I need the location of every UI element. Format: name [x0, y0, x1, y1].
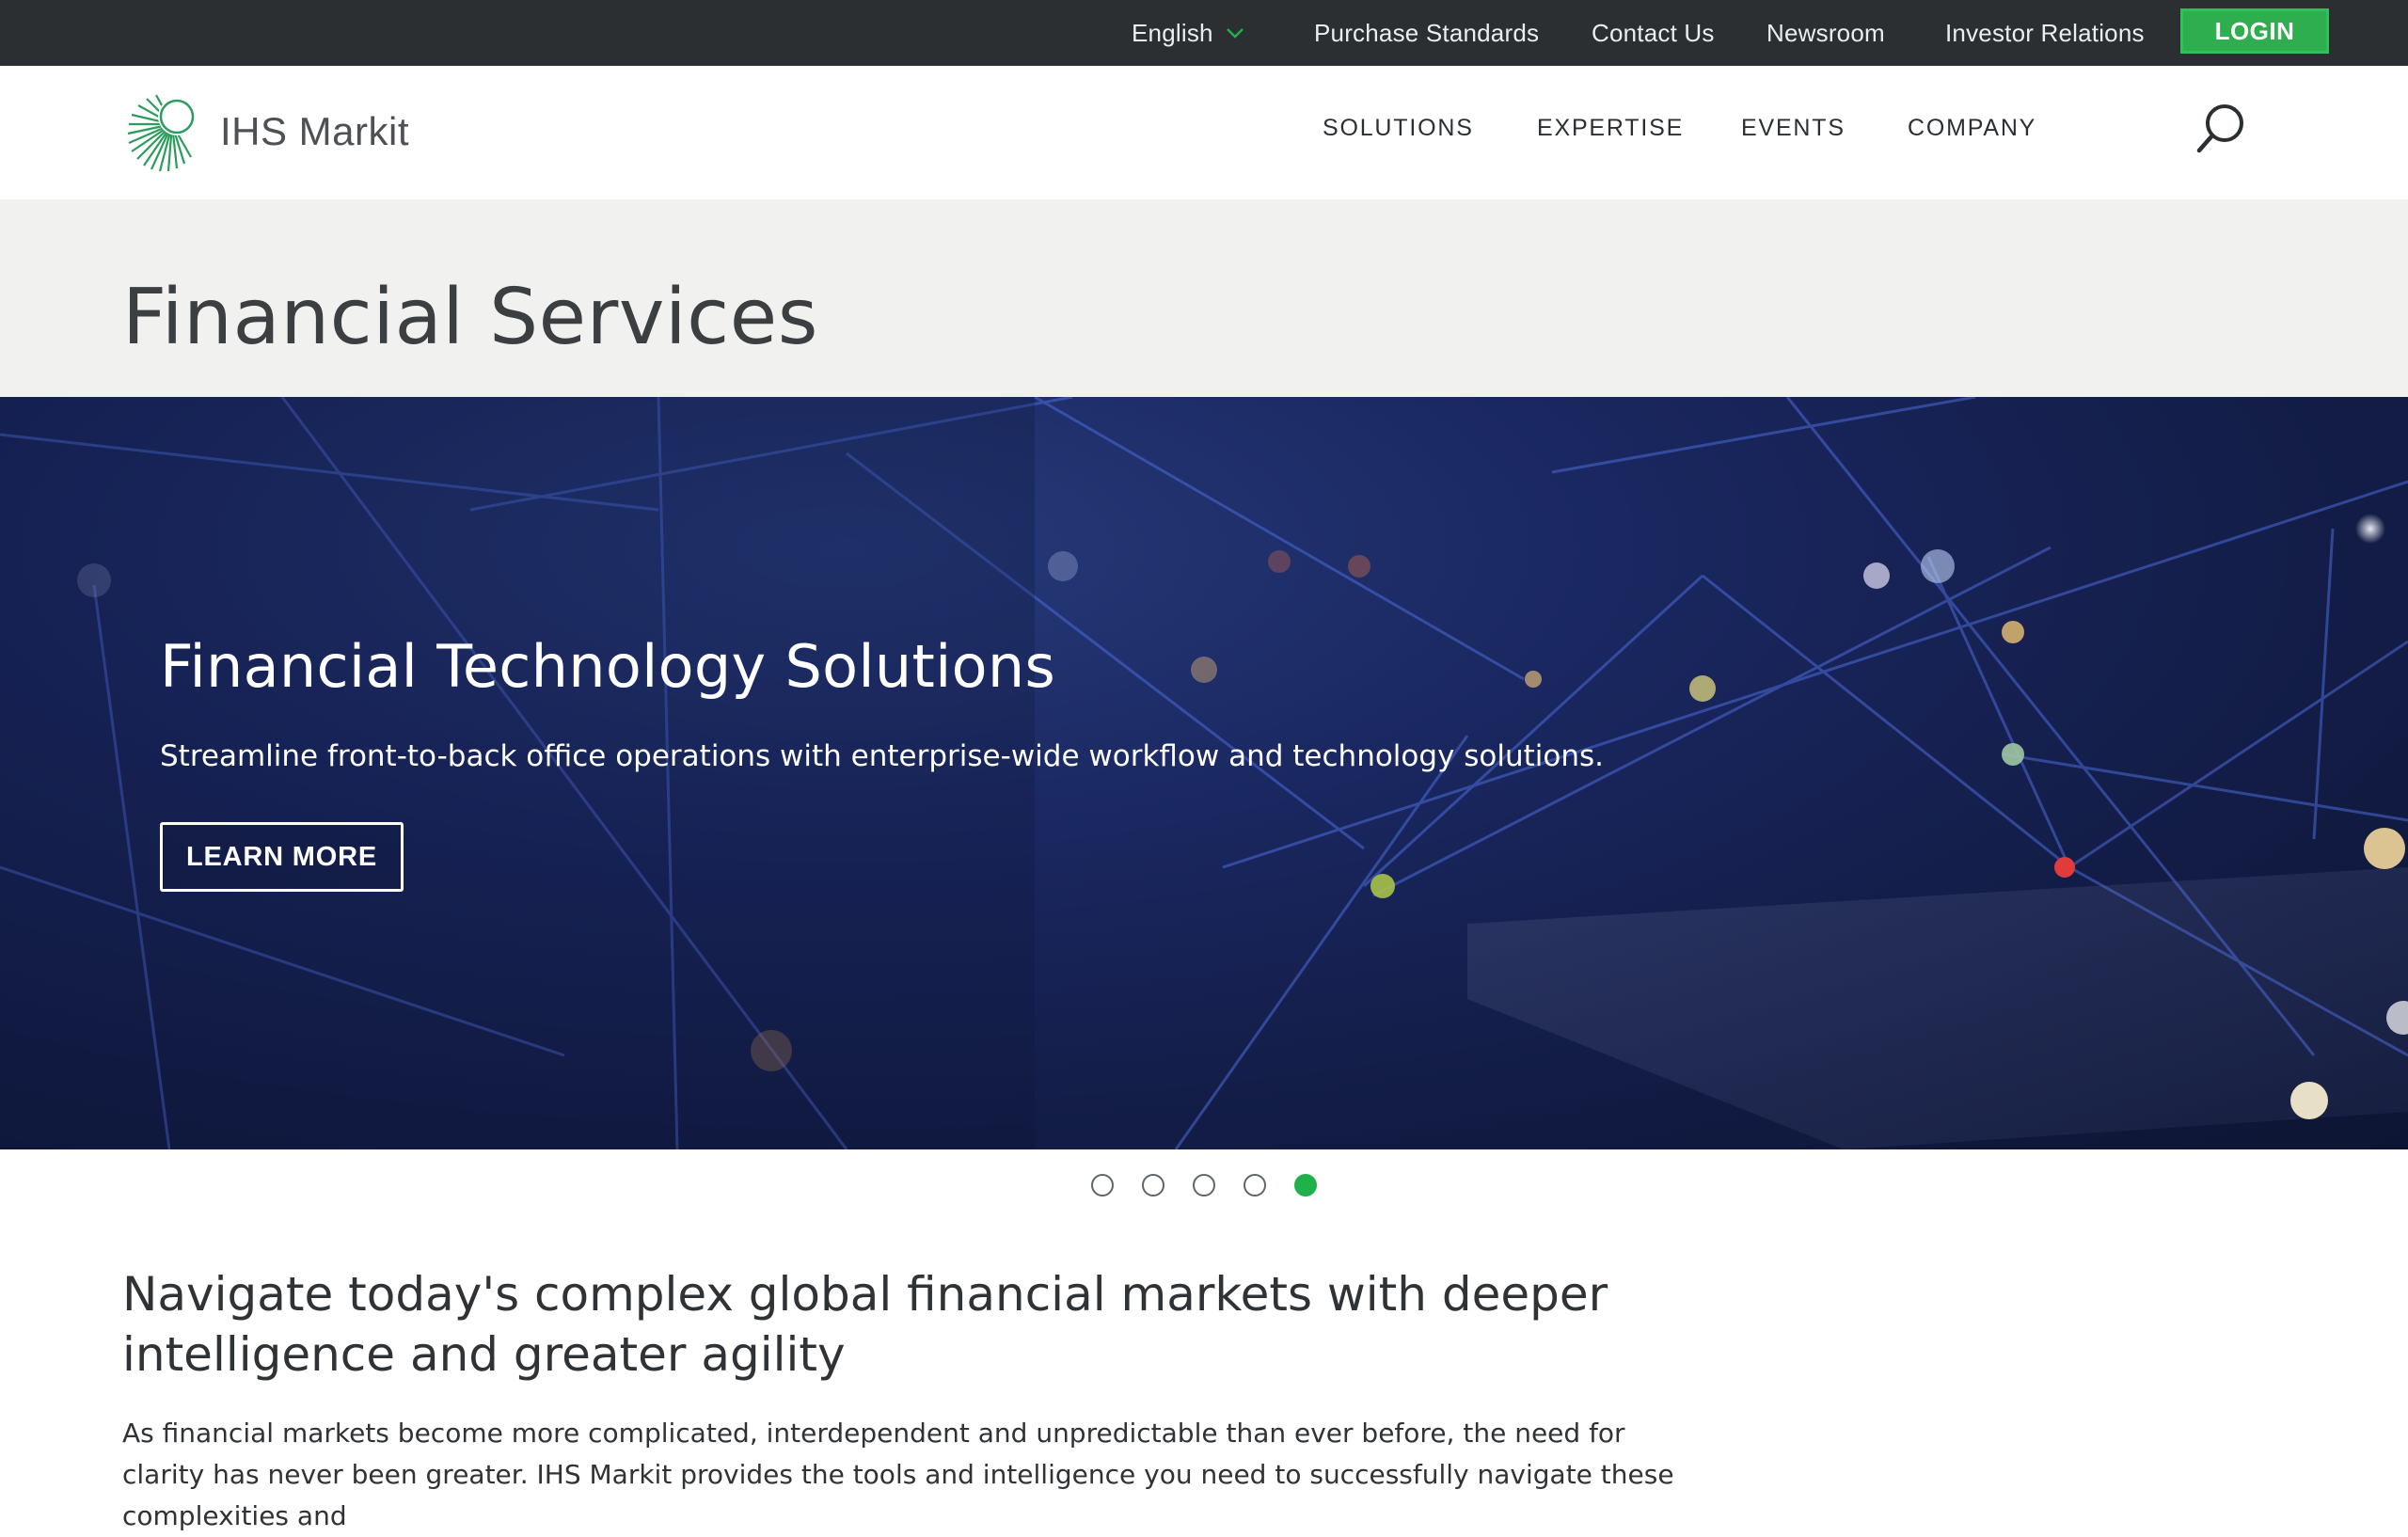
language-label: English [1132, 18, 1213, 47]
search-icon [2196, 104, 2243, 153]
learn-more-button[interactable]: LEARN MORE [160, 822, 404, 892]
title-band: Financial Services [0, 199, 2408, 397]
carousel-dot-1[interactable] [1091, 1174, 1114, 1196]
hero-title: Financial Technology Solutions [160, 632, 1056, 701]
logo[interactable]: IHS Markit [120, 87, 409, 177]
logo-mark-icon [127, 94, 196, 172]
nav-company[interactable]: COMPANY [1908, 109, 2036, 147]
hero-subtitle: Streamline front-to-back office operatio… [160, 739, 1605, 773]
search-button[interactable] [2192, 100, 2250, 158]
carousel-indicators [0, 1165, 2408, 1206]
nav-events[interactable]: EVENTS [1741, 109, 1846, 147]
login-button[interactable]: LOGIN [2180, 8, 2329, 54]
contact-us-link[interactable]: Contact Us [1592, 0, 1715, 66]
intro-body: As financial markets become more complic… [122, 1418, 1674, 1531]
network-background-image [0, 397, 2408, 1149]
hero-banner: Financial Technology Solutions Streamlin… [0, 397, 2408, 1149]
chevron-down-icon [1226, 28, 1244, 39]
language-selector[interactable]: English [1132, 0, 1245, 66]
main-header: IHS Markit SOLUTIONS EXPERTISE EVENTS CO… [0, 66, 2408, 199]
logo-text: IHS Markit [220, 109, 410, 153]
intro-heading: Navigate today's complex global financia… [122, 1267, 1608, 1382]
nav-solutions[interactable]: SOLUTIONS [1323, 109, 1474, 147]
carousel-dot-3[interactable] [1193, 1174, 1215, 1196]
carousel-dot-4[interactable] [1244, 1174, 1266, 1196]
page-title: Financial Services [122, 273, 818, 362]
carousel-dot-2[interactable] [1142, 1174, 1164, 1196]
nav-expertise[interactable]: EXPERTISE [1537, 109, 1684, 147]
purchase-standards-link[interactable]: Purchase Standards [1314, 0, 1539, 66]
investor-relations-link[interactable]: Investor Relations [1945, 0, 2145, 66]
utility-bar: English Purchase Standards Contact Us Ne… [0, 0, 2408, 66]
carousel-dot-5[interactable] [1294, 1174, 1317, 1196]
newsroom-link[interactable]: Newsroom [1766, 0, 1885, 66]
